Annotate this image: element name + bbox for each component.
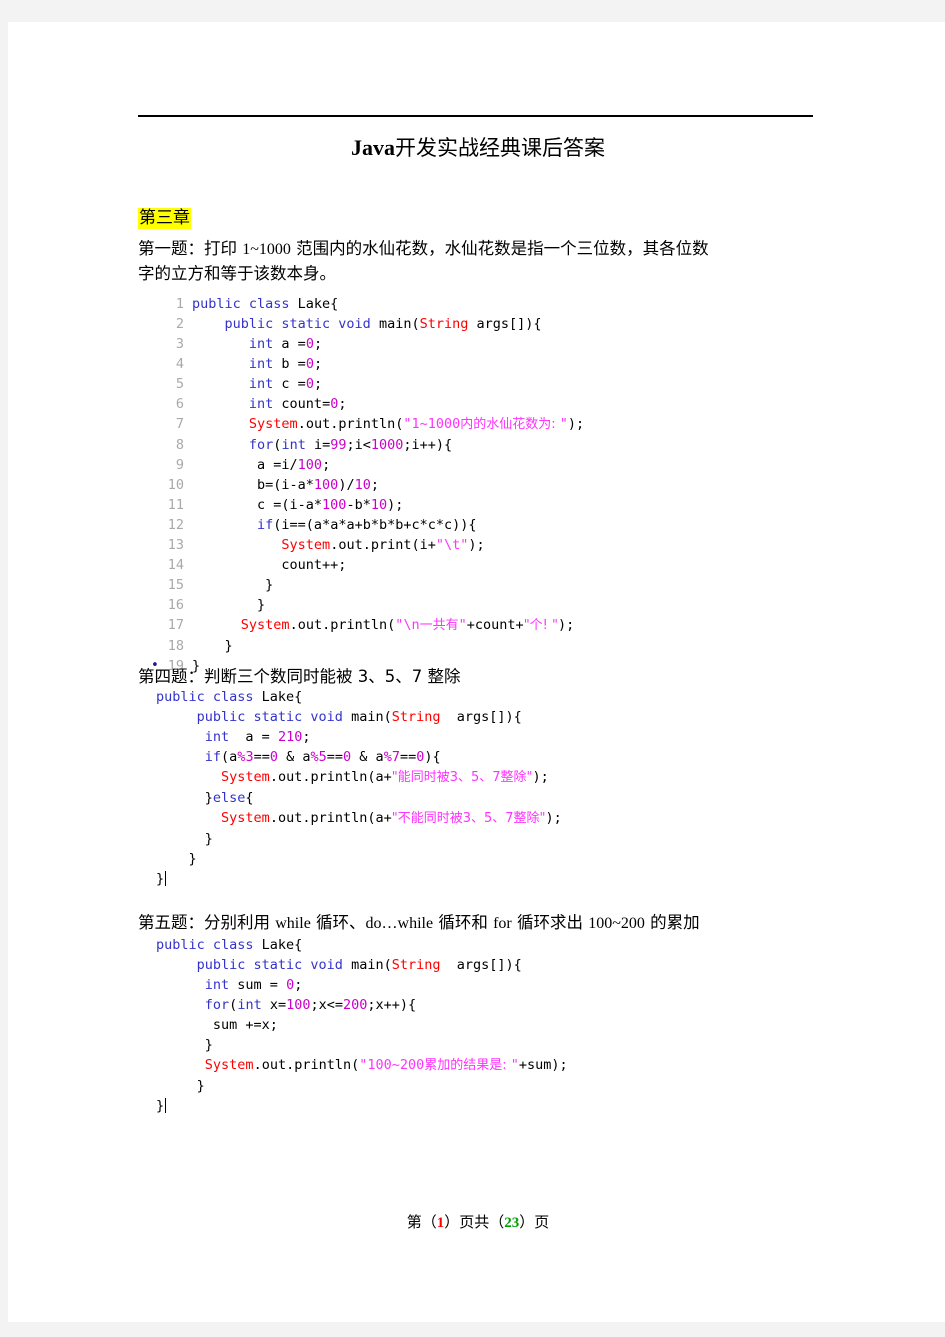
code-line: for(int x=100;x<=200;x++){ [204,997,417,1013]
page-title: Java开发实战经典课后答案 [138,134,818,162]
code-line: 14 count++; [167,557,347,573]
code-line: 15 } [167,577,274,593]
code-line: 10 b=(i-a*100)/10; [167,477,379,493]
code-line: System.out.println("100~200累加的结果是: "+sum… [204,1057,568,1073]
code-line: 7 System.out.println("1~1000内的水仙花数为: "); [175,416,585,432]
code-line: public class Lake{ [156,937,303,953]
q5-kw-while: while [275,915,311,932]
q5-kw-dowhile: do…while [365,915,434,932]
code-line: } [156,1037,213,1053]
q1-text-a: 第一题：打印 [138,239,243,258]
code-line: public static void main(String args[]){ [196,709,522,725]
code-line: } [156,871,167,887]
code-block-1[interactable]: 1 public class Lake{ 2 public static void … [151,294,585,676]
q1-range: 1~1000 [242,241,291,258]
code-line: 1 public class Lake{ [175,296,339,312]
code-line: 5 int c =0; [175,376,323,392]
code-line: 13 System.out.print(i+"\t"); [167,537,485,553]
question-1-heading: 第一题：打印 1~1000 范围内的水仙花数，水仙花数是指一个三位数，其各位数 [138,236,828,262]
q5-kw-for: for [493,915,512,932]
code-line: } [156,1078,205,1094]
code-line: }else{ [156,790,254,806]
code-line: int a = 210; [204,729,311,745]
code-line: 3 int a =0; [175,336,323,352]
chapter-heading-highlighted: 第三章 [138,208,191,229]
code-line: } [156,831,213,847]
text-cursor [165,871,167,886]
code-line: 9 a =i/100; [175,457,331,473]
code-line: 16 } [167,597,266,613]
code-line: 11 c =(i-a*100-b*10); [167,497,404,513]
code-line: 6 int count=0; [175,396,347,412]
code-line: 2 public static void main(String args[])… [175,316,542,332]
question-1-heading-line2: 字的立方和等于该数本身。 [138,264,336,283]
q5-text-e: 的累加 [644,913,700,932]
code-line: 12 if(i==(a*a*a+b*b*b+c*c*c)){ [167,517,477,533]
code-line: System.out.println(a+"不能同时被3、5、7整除"); [221,810,562,826]
code-line: int sum = 0; [204,977,303,993]
header-rule [138,115,813,117]
code-line: sum +=x; [156,1017,278,1033]
code-line: public class Lake{ [156,689,303,705]
question-4-heading: 第四题：判断三个数同时能被 3、5、7 整除 [138,667,461,686]
footer-prefix: 第（ [406,1213,437,1231]
page-title-latin: Java [351,135,395,160]
code-line: 18 } [167,638,233,654]
code-line: System.out.println(a+"能同时被3、5、7整除"); [221,769,549,785]
footer-total-pages: 23 [504,1215,520,1231]
q5-text-a: 第五题：分别利用 [138,913,276,932]
question-5-heading: 第五题：分别利用 while 循环、do…while 循环和 for 循环求出 … [138,910,828,936]
page-footer: 第（1）页共（23）页 [138,1212,818,1233]
q5-text-d: 循环求出 [511,913,589,932]
document-page: Java开发实战经典课后答案 第三章 第一题：打印 1~1000 范围内的水仙花… [8,22,945,1322]
footer-middle: ）页共（ [444,1213,505,1231]
footer-suffix: ）页 [519,1213,550,1231]
code-line: if(a%3==0 & a%5==0 & a%7==0){ [204,749,441,765]
code-block-3[interactable]: public class Lake{ public static void ma… [156,935,568,1116]
q5-text-c: 循环和 [433,913,494,932]
q5-range: 100~200 [588,915,645,932]
page-title-han: 开发实战经典课后答案 [395,136,605,160]
text-cursor [165,1098,167,1113]
q5-text-b: 循环、 [310,913,366,932]
code-line: } [156,851,197,867]
code-line: 4 int b =0; [175,356,323,372]
code-line: 8 for(int i=99;i<1000;i++){ [175,437,453,453]
code-line: } [156,1098,167,1114]
code-line: public static void main(String args[]){ [196,957,522,973]
code-line: 17 System.out.println("\n一共有"+count+"个! … [167,617,575,633]
code-block-2[interactable]: public class Lake{ public static void ma… [156,687,562,889]
q1-text-b: 范围内的水仙花数，水仙花数是指一个三位数，其各位数 [290,239,709,258]
